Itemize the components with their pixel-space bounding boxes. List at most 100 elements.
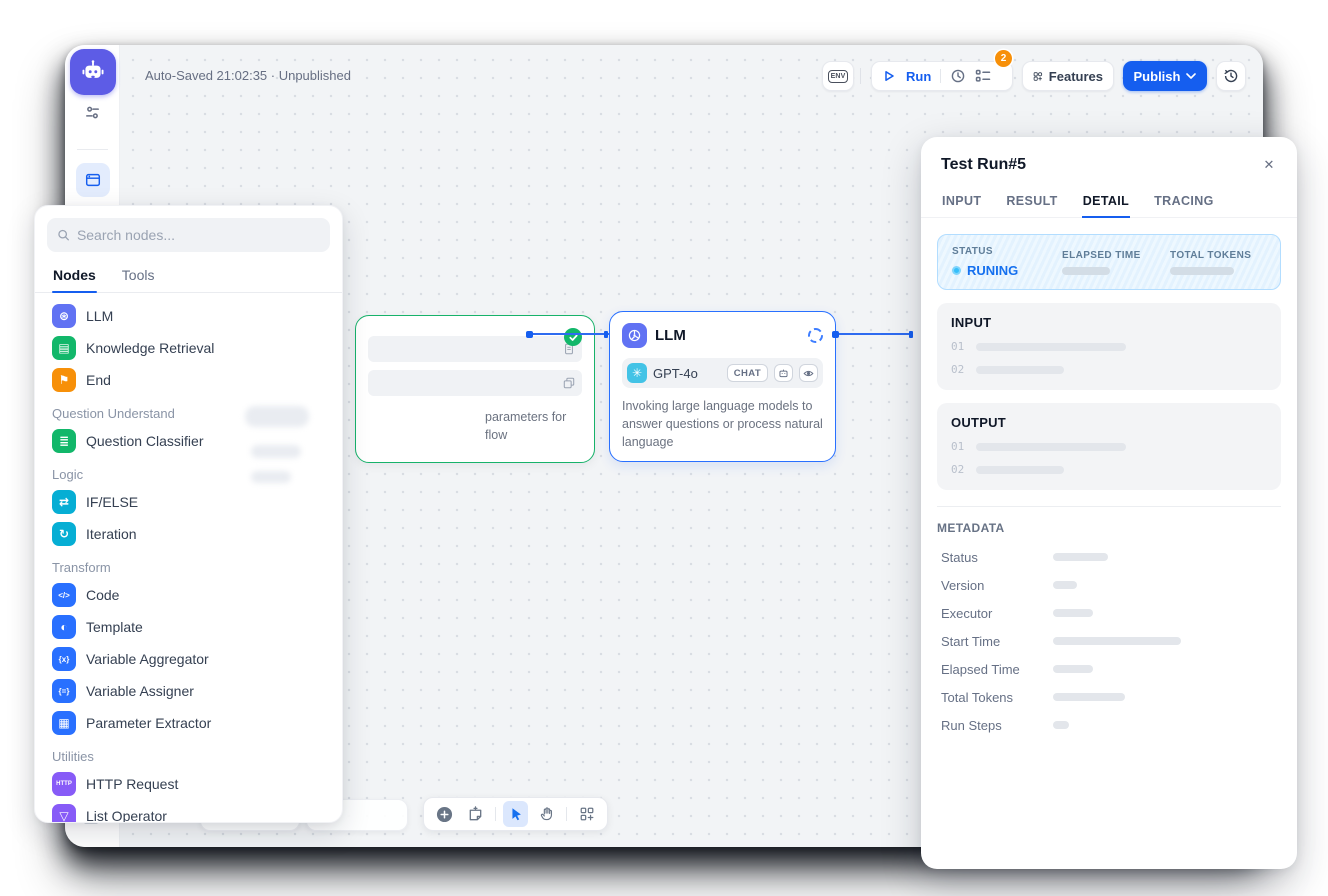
start-node[interactable]: parameters for flow xyxy=(355,315,595,463)
running-spinner-icon xyxy=(808,328,823,343)
search-icon xyxy=(57,228,70,242)
tab-tracing[interactable]: TRACING xyxy=(1153,184,1215,217)
input-placeholder xyxy=(976,343,1126,351)
sidebar-divider xyxy=(77,149,108,150)
filter-icon: ▽ xyxy=(52,804,76,823)
organize-nodes-button[interactable] xyxy=(574,801,599,827)
app-logo[interactable] xyxy=(70,49,116,95)
section-header: Transform xyxy=(43,550,334,579)
total-tokens-placeholder xyxy=(1170,267,1234,275)
blurred-node-ghost xyxy=(245,406,309,427)
node-item-parameter-extractor[interactable]: ▦ Parameter Extractor xyxy=(43,707,334,739)
status-value: RUNING xyxy=(952,263,1062,278)
checklist-icon[interactable] xyxy=(975,68,991,84)
tab-tools[interactable]: Tools xyxy=(121,258,156,292)
code-icon: </> xyxy=(52,583,76,607)
value-placeholder xyxy=(1053,581,1077,589)
edge-handle[interactable] xyxy=(832,331,839,338)
add-note-button[interactable] xyxy=(464,801,489,827)
copy-icon xyxy=(563,377,575,389)
edge-handle xyxy=(909,331,913,338)
model-name: GPT-4o xyxy=(653,366,698,381)
notification-badge: 2 xyxy=(995,50,1012,67)
elapsed-time-label: ELAPSED TIME xyxy=(1062,250,1170,261)
flag-icon: ⚑ xyxy=(52,368,76,392)
value-placeholder xyxy=(1053,665,1093,673)
node-item-variable-assigner[interactable]: {=} Variable Assigner xyxy=(43,675,334,707)
node-item-end[interactable]: ⚑ End xyxy=(43,364,334,396)
tab-result[interactable]: RESULT xyxy=(1005,184,1058,217)
topbar-divider xyxy=(860,68,861,84)
start-node-field xyxy=(368,336,582,362)
output-section: OUTPUT 01 02 xyxy=(937,403,1281,490)
toolbar-divider xyxy=(495,807,496,821)
llm-icon: ⊛ xyxy=(52,304,76,328)
metadata-row: Run Steps xyxy=(937,711,1281,739)
line-number: 02 xyxy=(951,463,964,476)
output-placeholder xyxy=(976,466,1064,474)
node-item-knowledge-retrieval[interactable]: ▤ Knowledge Retrieval xyxy=(43,332,334,364)
chat-badge: CHAT xyxy=(727,364,768,382)
branch-icon: ⇄ xyxy=(52,490,76,514)
node-item-if-else[interactable]: ⇄ IF/ELSE xyxy=(43,486,334,518)
metadata-row: Start Time xyxy=(937,627,1281,655)
node-item-variable-aggregator[interactable]: {x} Variable Aggregator xyxy=(43,643,334,675)
loop-icon: ↻ xyxy=(52,522,76,546)
close-icon[interactable]: ✕ xyxy=(1257,153,1281,177)
value-placeholder xyxy=(1053,693,1125,701)
node-search-box[interactable] xyxy=(47,218,330,252)
features-button[interactable]: Features xyxy=(1022,61,1114,91)
publish-button[interactable]: Publish xyxy=(1123,61,1207,91)
node-item-http-request[interactable]: HTTP HTTP Request xyxy=(43,768,334,800)
input-placeholder xyxy=(976,366,1064,374)
version-history-button[interactable] xyxy=(1216,61,1246,91)
http-icon: HTTP xyxy=(52,772,76,796)
metadata-row: Elapsed Time xyxy=(937,655,1281,683)
history-icon xyxy=(1223,68,1239,84)
blurred-node-ghost xyxy=(251,471,291,483)
edge-handle[interactable] xyxy=(526,331,533,338)
llm-node-icon xyxy=(622,323,647,348)
search-input[interactable] xyxy=(77,227,320,243)
metadata-row: Version xyxy=(937,571,1281,599)
line-number: 01 xyxy=(951,340,964,353)
pointer-tool-button[interactable] xyxy=(503,801,528,827)
running-dot-icon xyxy=(952,266,961,275)
model-selector[interactable]: ✳ GPT-4o CHAT xyxy=(622,358,823,388)
value-placeholder xyxy=(1053,721,1069,729)
tab-nodes[interactable]: Nodes xyxy=(52,258,97,292)
edge-start-to-llm xyxy=(530,333,609,335)
node-item-list-operator[interactable]: ▽ List Operator xyxy=(43,800,334,823)
blurred-node-ghost xyxy=(251,445,301,458)
tab-detail[interactable]: DETAIL xyxy=(1082,184,1130,217)
llm-node[interactable]: LLM ✳ GPT-4o CHAT Invoking large languag… xyxy=(609,311,836,462)
node-item-template[interactable]: ◐ Template xyxy=(43,611,334,643)
llm-node-description: Invoking large language models to answer… xyxy=(622,398,823,451)
node-item-iteration[interactable]: ↻ Iteration xyxy=(43,518,334,550)
add-node-button[interactable] xyxy=(432,801,457,827)
section-divider xyxy=(937,506,1281,507)
run-button[interactable]: Run xyxy=(906,69,931,84)
start-node-field xyxy=(368,370,582,396)
elapsed-time-placeholder xyxy=(1062,267,1110,275)
preferences-icon[interactable] xyxy=(83,103,102,127)
input-section: INPUT 01 02 xyxy=(937,303,1281,390)
workflow-panel-button[interactable] xyxy=(76,163,110,197)
hand-tool-button[interactable] xyxy=(535,801,560,827)
run-history-icon[interactable] xyxy=(950,68,966,84)
env-icon: ENV xyxy=(828,70,849,83)
success-check-icon xyxy=(564,328,582,346)
node-list: ⊛ LLM ▤ Knowledge Retrieval ⚑ End Questi… xyxy=(35,293,342,823)
autosave-status: Auto-Saved 21:02:35 · Unpublished xyxy=(145,68,351,83)
robot-icon xyxy=(79,58,107,86)
line-number: 01 xyxy=(951,440,964,453)
book-icon: ▤ xyxy=(52,336,76,360)
node-panel-tabs: Nodes Tools xyxy=(35,258,342,293)
node-item-llm[interactable]: ⊛ LLM xyxy=(43,300,334,332)
tab-input[interactable]: INPUT xyxy=(941,184,982,217)
env-button[interactable]: ENV xyxy=(822,61,854,91)
start-node-description: parameters for flow xyxy=(368,408,582,444)
output-placeholder xyxy=(976,443,1126,451)
node-item-code[interactable]: </> Code xyxy=(43,579,334,611)
section-header: Utilities xyxy=(43,739,334,768)
